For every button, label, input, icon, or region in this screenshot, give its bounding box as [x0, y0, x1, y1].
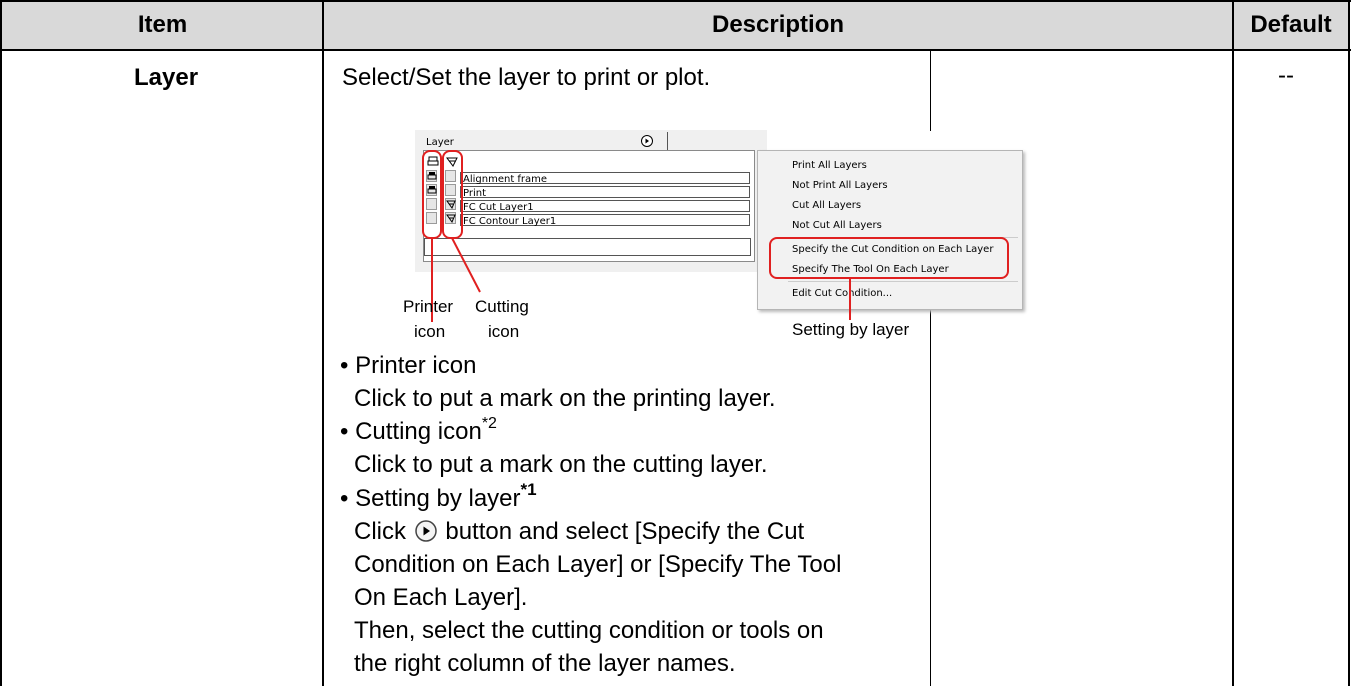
footnote-ref: *1: [520, 480, 537, 499]
bullet-mark: •: [340, 418, 349, 445]
bullet-printer-desc: Click to put a mark on the printing laye…: [354, 385, 776, 412]
menu-button-icon: [414, 520, 437, 542]
bullet-setting-line-3: On Each Layer].: [354, 584, 528, 611]
callout-cutting-label-2: icon: [488, 322, 520, 341]
bullet-setting-line-1: Click button and select [Specify the Cut: [354, 518, 805, 545]
bullet-setting-line-5: the right column of the layer names.: [354, 650, 736, 677]
bullet-mark: •: [340, 352, 349, 379]
bullet-printer-icon: • Printer icon: [340, 352, 477, 379]
bullet-setting-line-2: Condition on Each Layer] or [Specify The…: [354, 551, 842, 578]
bullet-setting-by-layer: • Setting by layer*1: [340, 480, 537, 512]
bullet-cutting-desc: Click to put a mark on the cutting layer…: [354, 451, 768, 478]
bullet-setting-line-4: Then, select the cutting condition or to…: [354, 617, 824, 644]
callout-setting-label: Setting by layer: [792, 320, 910, 339]
bullet-mark: •: [340, 485, 349, 512]
callout-cutting-label-1: Cutting: [475, 297, 529, 316]
footnote-ref: *2: [481, 415, 497, 432]
bullet-cutting-icon: • Cutting icon*2: [340, 415, 497, 445]
callout-printer-label-2: icon: [414, 322, 446, 341]
callout-printer-label-1: Printer: [403, 297, 454, 316]
callout-highlights: [422, 150, 1009, 322]
